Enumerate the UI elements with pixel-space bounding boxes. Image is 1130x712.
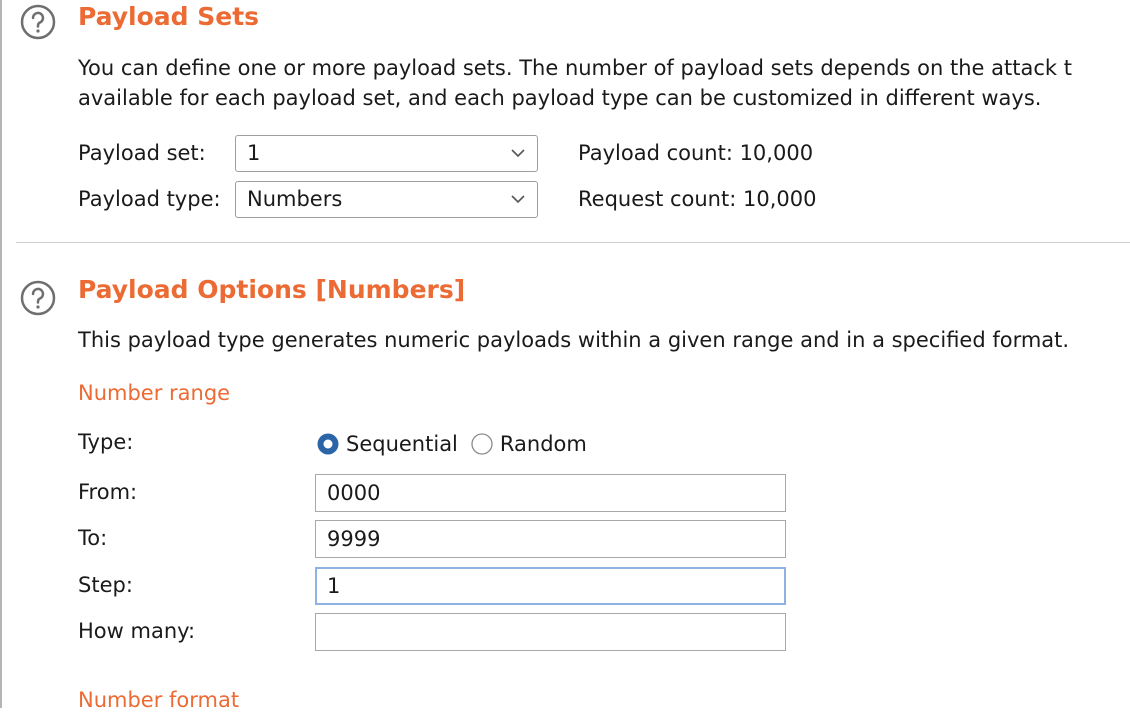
radio-random[interactable]: Random [470, 432, 587, 456]
payload-options-description: This payload type generates numeric payl… [78, 328, 1070, 352]
step-label: Step: [78, 573, 133, 597]
chevron-down-icon [511, 149, 525, 158]
chevron-down-icon [511, 195, 525, 204]
payload-sets-description-line2: available for each payload set, and each… [78, 86, 1042, 110]
payload-type-value: Numbers [247, 187, 343, 211]
payload-set-value: 1 [247, 141, 261, 165]
help-icon[interactable] [20, 4, 56, 40]
payload-type-label: Payload type: [78, 187, 221, 211]
type-radio-group: Sequential Random [316, 429, 599, 459]
payload-count: Payload count: 10,000 [578, 141, 814, 165]
number-range-heading: Number range [78, 381, 231, 405]
radio-sequential[interactable]: Sequential [316, 432, 458, 456]
how-many-input[interactable] [315, 613, 786, 651]
payload-sets-title: Payload Sets [78, 2, 260, 31]
radio-selected-icon [317, 433, 339, 455]
help-icon[interactable] [20, 280, 56, 316]
radio-sequential-label: Sequential [346, 432, 458, 456]
from-input[interactable]: 0000 [315, 474, 786, 512]
radio-unselected-icon [471, 433, 493, 455]
to-input[interactable]: 9999 [315, 520, 786, 558]
type-label: Type: [78, 430, 134, 454]
payload-options-title: Payload Options [Numbers] [78, 275, 466, 304]
from-label: From: [78, 480, 138, 504]
request-count: Request count: 10,000 [578, 187, 817, 211]
to-label: To: [78, 526, 108, 550]
section-divider [16, 242, 1130, 243]
payload-set-label: Payload set: [78, 141, 206, 165]
payload-type-select[interactable]: Numbers [235, 181, 538, 218]
panel-left-border [0, 0, 2, 708]
step-input[interactable]: 1 [315, 567, 786, 605]
number-format-heading: Number format [78, 688, 240, 712]
payload-sets-description-line1: You can define one or more payload sets.… [78, 56, 1072, 80]
payload-set-select[interactable]: 1 [235, 135, 538, 172]
how-many-label: How many: [78, 619, 196, 643]
radio-random-label: Random [499, 432, 587, 456]
